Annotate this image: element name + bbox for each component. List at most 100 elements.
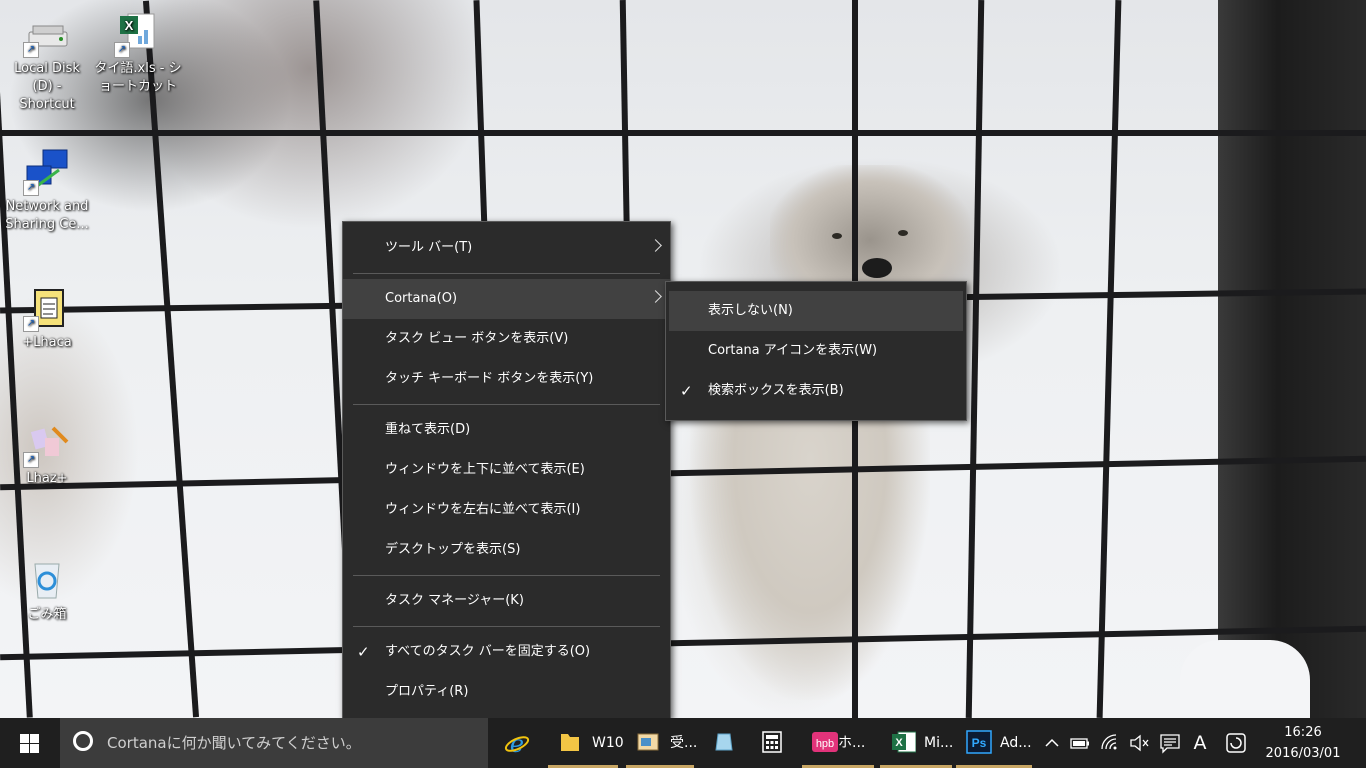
menu-item-show-touch-keyboard-button[interactable]: タッチ キーボード ボタンを表示(Y) [343, 359, 670, 399]
taskbar-app-hpb[interactable]: hpb ホ... [802, 718, 874, 768]
wallpaper-wolf-nose [862, 258, 892, 278]
network-icon: ↗ [23, 148, 71, 196]
taskbar-app-internet-explorer[interactable]: e [494, 718, 540, 768]
ime-indicator[interactable]: A [1188, 731, 1212, 755]
menu-item-label: デスクトップを表示(S) [385, 542, 521, 557]
desktop-icon-label: ごみ箱 [27, 607, 67, 622]
taskbar-app-calculator[interactable] [750, 718, 796, 768]
menu-item-label: タッチ キーボード ボタンを表示(Y) [385, 371, 594, 386]
action-center-icon[interactable] [1158, 731, 1182, 755]
menu-item-label: 検索ボックスを表示(B) [708, 383, 844, 398]
menu-item-cascade-windows[interactable]: 重ねて表示(D) [343, 410, 670, 450]
desktop-icon-local-disk[interactable]: ↗ Local Disk (D) - Shortcut [3, 10, 91, 114]
menu-separator [353, 626, 660, 627]
desktop-icon-label: +Lhaca [22, 335, 72, 350]
desktop-icon-network[interactable]: ↗ Network and Sharing Ce... [3, 148, 91, 234]
desktop-icon-recycle-bin[interactable]: ごみ箱 [3, 556, 91, 624]
taskbar-app-mail[interactable]: 受... [626, 718, 698, 768]
taskbar-clock[interactable]: 16:26 2016/03/01 [1260, 722, 1346, 764]
lhaca-icon: ↗ [23, 284, 71, 332]
wallpaper-fence-pillar [1218, 0, 1366, 718]
volume-muted-icon[interactable] [1128, 731, 1152, 755]
menu-item-cortana[interactable]: Cortana(O) [343, 279, 670, 319]
wifi-icon[interactable] [1098, 731, 1122, 755]
shortcut-arrow-icon: ↗ [23, 452, 39, 468]
menu-item-label: タスク ビュー ボタンを表示(V) [385, 331, 569, 346]
desktop-icon-label: Network and Sharing Ce... [5, 199, 89, 232]
submenu-item-show-cortana-icon[interactable]: Cortana アイコンを表示(W) [666, 331, 966, 371]
svg-text:X: X [125, 18, 134, 33]
show-desktop-button[interactable] [1350, 718, 1366, 768]
fence-bar [0, 455, 1366, 491]
windows-logo-icon [20, 734, 39, 753]
menu-separator [353, 575, 660, 576]
photoshop-icon: Ps [966, 730, 992, 754]
cortana-submenu: 表示しない(N) Cortana アイコンを表示(W) ✓ 検索ボックスを表示(… [665, 281, 967, 421]
submenu-item-hidden[interactable]: 表示しない(N) [669, 291, 963, 331]
menu-item-label: Cortana アイコンを表示(W) [708, 343, 878, 358]
menu-item-label: 重ねて表示(D) [385, 422, 471, 437]
start-button[interactable] [0, 718, 58, 768]
taskbar-app-file-explorer[interactable]: W10 [548, 718, 624, 768]
notification-app-icon[interactable] [1224, 731, 1248, 755]
menu-item-label: ウィンドウを上下に並べて表示(E) [385, 462, 585, 477]
menu-item-show-task-view-button[interactable]: タスク ビュー ボタンを表示(V) [343, 319, 670, 359]
mail-app-icon [636, 730, 660, 754]
file-explorer-icon [558, 730, 582, 754]
wallpaper-snowbank [1180, 640, 1310, 718]
menu-item-label: タスク マネージャー(K) [385, 593, 524, 608]
excel-file-icon: X ↗ [114, 10, 162, 58]
svg-text:hpb: hpb [816, 738, 834, 750]
taskbar-app-label: 受... [670, 735, 698, 751]
svg-text:e: e [510, 730, 524, 756]
shortcut-arrow-icon: ↗ [114, 42, 130, 58]
checkmark-icon: ✓ [680, 382, 693, 400]
excel-icon: X [890, 730, 917, 754]
glass-app-icon [712, 730, 736, 754]
menu-item-label: ツール バー(T) [385, 240, 473, 255]
wallpaper-wolf-eye [898, 230, 908, 236]
battery-icon[interactable] [1068, 731, 1092, 755]
shortcut-arrow-icon: ↗ [23, 316, 39, 332]
submenu-arrow-icon [649, 239, 662, 252]
svg-text:X: X [895, 737, 903, 749]
menu-item-side-by-side-windows[interactable]: ウィンドウを左右に並べて表示(I) [343, 490, 670, 530]
submenu-item-show-search-box[interactable]: ✓ 検索ボックスを表示(B) [666, 371, 966, 411]
menu-item-stack-windows[interactable]: ウィンドウを上下に並べて表示(E) [343, 450, 670, 490]
desktop-icon-lhaca[interactable]: ↗ +Lhaca [3, 284, 91, 352]
fence-bar [965, 0, 985, 718]
taskbar-context-menu: ツール バー(T) Cortana(O) タスク ビュー ボタンを表示(V) タ… [342, 221, 671, 719]
shortcut-arrow-icon: ↗ [23, 180, 39, 196]
taskbar-app-glass[interactable] [702, 718, 748, 768]
menu-item-label: すべてのタスク バーを固定する(O) [385, 644, 591, 659]
desktop-icon-lhaz[interactable]: ↗ Lhaz+ [3, 420, 91, 488]
menu-item-toolbar[interactable]: ツール バー(T) [343, 228, 670, 268]
menu-item-task-manager[interactable]: タスク マネージャー(K) [343, 581, 670, 621]
checkmark-icon: ✓ [357, 643, 370, 661]
calculator-icon [760, 730, 784, 754]
fence-bar [0, 130, 1366, 136]
desktop-icon-label: タイ語.xls - ショートカット [94, 61, 182, 94]
show-hidden-icons-chevron-icon[interactable] [1040, 731, 1064, 755]
cortana-search-box[interactable]: Cortanaに何か聞いてみてください。 [60, 718, 488, 768]
menu-item-label: プロパティ(R) [385, 684, 469, 699]
submenu-arrow-icon [649, 290, 662, 303]
taskbar-app-label: Ad... [1000, 735, 1032, 751]
fence-bar [1096, 0, 1122, 718]
desktop-icon-label: Local Disk (D) - Shortcut [14, 61, 80, 112]
menu-item-label: ウィンドウを左右に並べて表示(I) [385, 502, 581, 517]
taskbar-app-excel[interactable]: X Mi... [880, 718, 953, 768]
taskbar: Cortanaに何か聞いてみてください。 e W10 受... hpb ホ...… [0, 718, 1366, 768]
menu-item-show-desktop[interactable]: デスクトップを表示(S) [343, 530, 670, 570]
desktop-icon-label: Lhaz+ [26, 471, 68, 486]
lhaz-icon: ↗ [23, 420, 71, 468]
taskbar-app-label: W10 [592, 735, 624, 751]
desktop-icon-excel-shortcut[interactable]: X ↗ タイ語.xls - ショートカット [94, 10, 182, 96]
menu-item-label: Cortana(O) [385, 291, 458, 306]
menu-item-properties[interactable]: プロパティ(R) [343, 672, 670, 712]
menu-item-lock-taskbar[interactable]: ✓ すべてのタスク バーを固定する(O) [343, 632, 670, 672]
menu-separator [353, 273, 660, 274]
search-placeholder: Cortanaに何か聞いてみてください。 [107, 734, 361, 752]
taskbar-app-photoshop[interactable]: Ps Ad... [956, 718, 1032, 768]
svg-text:Ps: Ps [972, 736, 987, 750]
